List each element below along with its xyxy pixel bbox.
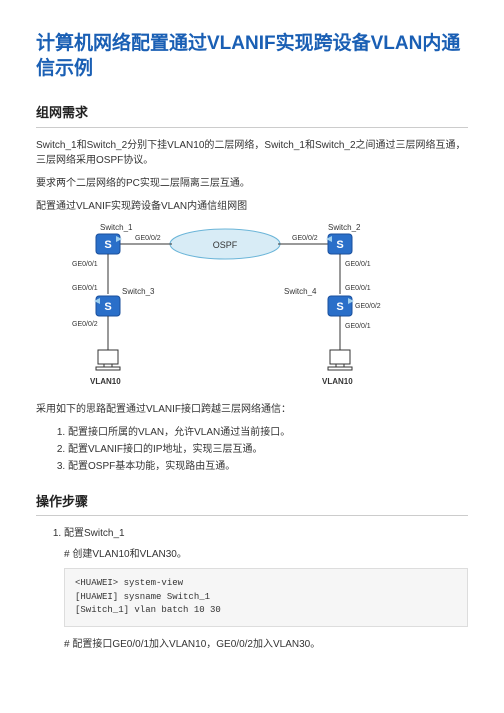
procedure-list: 配置Switch_1 # 创建VLAN10和VLAN30。 <HUAWEI> s…	[64, 526, 468, 652]
req-para-2: 要求两个二层网络的PC实现二层隔离三层互通。	[36, 176, 468, 191]
pc1-monitor-icon	[98, 350, 118, 364]
s2-ge002-label: GE0/0/2	[292, 235, 318, 242]
switch-glyph: S	[336, 239, 343, 251]
approach-step-3: 配置OSPF基本功能，实现路由互通。	[68, 459, 468, 474]
pc2-monitor-icon	[330, 350, 350, 364]
switch4-label: Switch_4	[284, 287, 317, 296]
s1-ge001-label: GE0/0/1	[72, 261, 98, 268]
switch1-label: Switch_1	[100, 223, 133, 232]
section-heading-requirements: 组网需求	[36, 103, 468, 128]
pc2-vlan-label: VLAN10	[322, 377, 353, 386]
page-title: 计算机网络配置通过VLANIF实现跨设备VLAN内通信示例	[36, 32, 468, 81]
s4-ge001-top-label: GE0/0/1	[345, 285, 371, 292]
code-block-1: <HUAWEI> system-view [HUAWEI] sysname Sw…	[64, 568, 468, 627]
switch-glyph: S	[336, 301, 343, 313]
approach-step-2: 配置VLANIF接口的IP地址，实现三层互通。	[68, 442, 468, 457]
s2-ge001-label: GE0/0/1	[345, 261, 371, 268]
substep-config-interface: # 配置接口GE0/0/1加入VLAN10，GE0/0/2加入VLAN30。	[64, 637, 468, 652]
substep-create-vlan: # 创建VLAN10和VLAN30。	[64, 547, 468, 562]
s4-ge001-bottom-label: GE0/0/1	[345, 323, 371, 330]
network-topology-diagram: OSPF Switch_1 S GE0/0/2 Switch_2 S GE0/0…	[60, 222, 468, 392]
switch3-label: Switch_3	[122, 287, 155, 296]
switch-glyph: S	[104, 301, 111, 313]
config-approach-list: 配置接口所属的VLAN，允许VLAN通过当前接口。 配置VLANIF接口的IP地…	[68, 425, 468, 474]
section-heading-operations: 操作步骤	[36, 492, 468, 517]
switch-glyph: S	[104, 239, 111, 251]
pc2-base-icon	[328, 367, 352, 370]
s1-ge002-label: GE0/0/2	[135, 235, 161, 242]
procedure-step-1: 配置Switch_1 # 创建VLAN10和VLAN30。 <HUAWEI> s…	[64, 526, 468, 652]
s3-ge001-top-label: GE0/0/1	[72, 285, 98, 292]
pc1-vlan-label: VLAN10	[90, 377, 121, 386]
req-para-3: 配置通过VLANIF实现跨设备VLAN内通信组网图	[36, 199, 468, 214]
procedure-step-1-label: 配置Switch_1	[64, 528, 125, 539]
s3-ge002-label: GE0/0/2	[72, 321, 98, 328]
approach-step-1: 配置接口所属的VLAN，允许VLAN通过当前接口。	[68, 425, 468, 440]
s4-ge002-label: GE0/0/2	[355, 303, 381, 310]
req-para-4: 采用如下的思路配置通过VLANIF接口跨越三层网络通信：	[36, 402, 468, 417]
switch2-label: Switch_2	[328, 223, 361, 232]
ospf-label: OSPF	[213, 240, 238, 250]
pc1-base-icon	[96, 367, 120, 370]
req-para-1: Switch_1和Switch_2分别下挂VLAN10的二层网络，Switch_…	[36, 138, 468, 168]
